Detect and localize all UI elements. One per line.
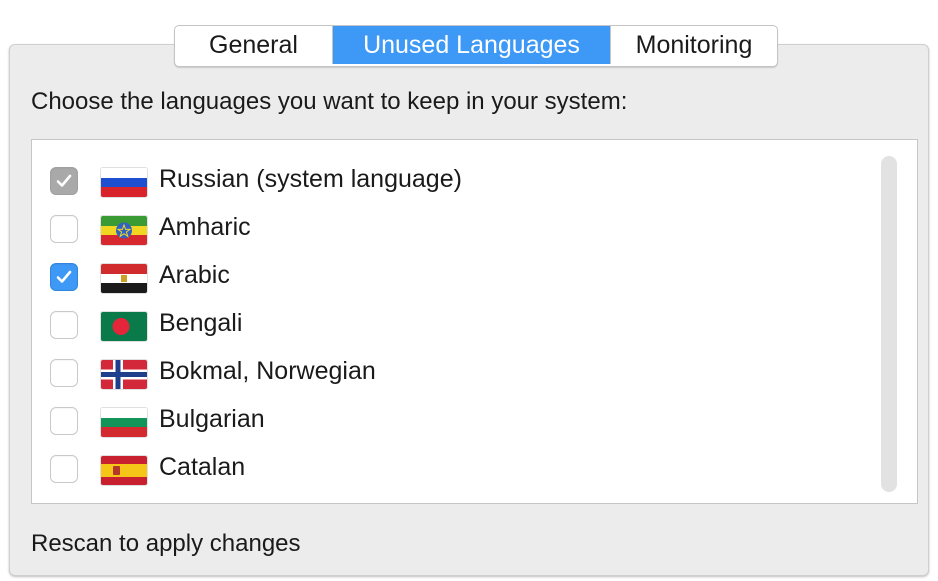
checkbox-bulgarian[interactable] [50,407,78,435]
language-label: Bokmal, Norwegian [159,357,376,385]
language-label: Bengali [159,309,243,337]
checkmark-icon [56,174,72,187]
language-label: Amharic [159,213,251,241]
list-scrollbar[interactable] [881,156,897,492]
list-item: Bulgarian [32,398,872,446]
preferences-window: General Unused Languages Monitoring Choo… [0,0,938,581]
list-item: Bengali [32,302,872,350]
bulgaria-flag-icon [101,408,147,437]
egypt-flag-icon [101,264,147,293]
status-text: Rescan to apply changes [31,530,301,557]
bangladesh-flag-icon [101,312,147,341]
tab-monitoring[interactable]: Monitoring [610,26,777,64]
checkbox-bengali[interactable] [50,311,78,339]
language-label: Arabic [159,261,230,289]
list-item: Catalan [32,446,872,494]
list-item: Russian (system language) [32,158,872,206]
checkbox-norwegian[interactable] [50,359,78,387]
russia-flag-icon [101,168,147,197]
spain-flag-icon [101,456,147,485]
checkmark-icon [56,270,72,283]
tab-unused-languages[interactable]: Unused Languages [333,26,610,64]
list-item: Amharic [32,206,872,254]
checkbox-amharic[interactable] [50,215,78,243]
checkbox-catalan[interactable] [50,455,78,483]
norway-flag-icon [101,360,147,389]
checkbox-russian [50,167,78,195]
language-list: Russian (system language) Amharic Arabic… [31,139,918,504]
checkbox-arabic[interactable] [50,263,78,291]
list-item: Arabic [32,254,872,302]
ethiopia-flag-icon [101,216,147,245]
language-label: Bulgarian [159,405,265,433]
language-label: Catalan [159,453,246,481]
tab-general[interactable]: General [175,26,333,64]
tab-bar: General Unused Languages Monitoring [174,25,778,67]
instruction-text: Choose the languages you want to keep in… [31,88,628,115]
language-label: Russian (system language) [159,165,462,193]
list-item: Bokmal, Norwegian [32,350,872,398]
